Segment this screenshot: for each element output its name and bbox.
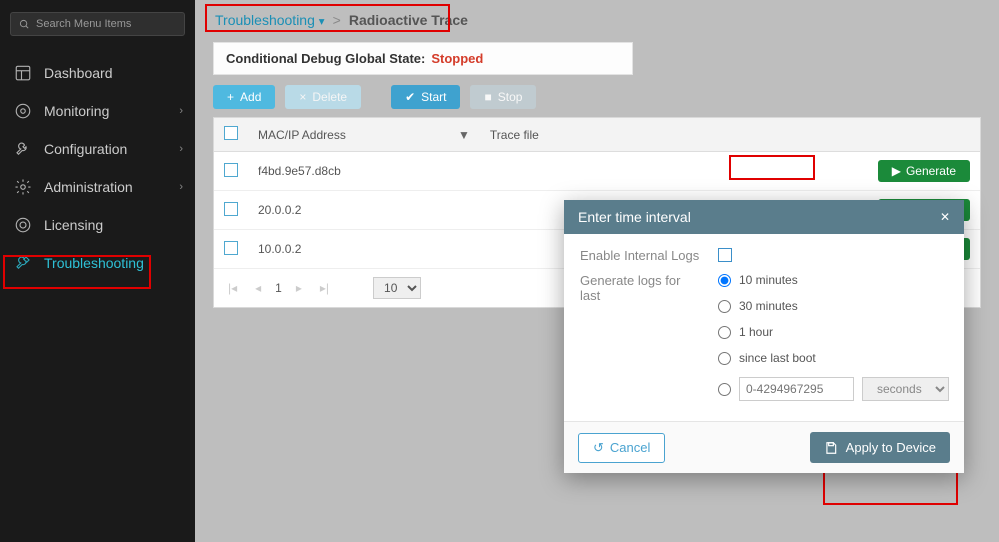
sidebar-item-configuration[interactable]: Configuration › [0,130,195,168]
sidebar-item-administration[interactable]: Administration › [0,168,195,206]
stop-icon: ■ [484,90,491,104]
breadcrumb-current: Radioactive Trace [349,12,468,28]
row-checkbox[interactable] [224,202,238,216]
pager-first[interactable]: |◂ [224,281,241,295]
enable-logs-checkbox[interactable] [718,248,732,262]
sidebar-item-label: Troubleshooting [44,255,144,271]
time-interval-modal: Enter time interval ✕ Enable Internal Lo… [564,200,964,473]
modal-title: Enter time interval [578,209,691,225]
sidebar: Search Menu Items Dashboard Monitoring ›… [0,0,195,542]
x-icon: × [299,90,306,104]
column-trace[interactable]: Trace file [480,118,980,152]
radio-label: 10 minutes [739,273,798,287]
cell-addr: 20.0.0.2 [248,191,448,230]
sidebar-item-label: Monitoring [44,103,109,119]
custom-seconds-input[interactable] [739,377,854,401]
chevron-right-icon: › [179,105,183,117]
start-button[interactable]: ✔ Start [391,85,460,109]
pager-current: 1 [275,281,282,295]
button-label: Delete [312,90,347,104]
enable-logs-label: Enable Internal Logs [580,248,700,263]
search-placeholder: Search Menu Items [36,18,131,30]
status-label: Conditional Debug Global State: [226,51,425,66]
sidebar-item-monitoring[interactable]: Monitoring › [0,92,195,130]
breadcrumb-root[interactable]: Troubleshooting ▾ [215,12,325,28]
stop-button[interactable]: ■ Stop [470,85,536,109]
button-label: Apply to Device [846,440,936,455]
button-label: Generate [906,164,956,178]
table-row[interactable]: f4bd.9e57.d8cb ▶ Generate [214,152,980,191]
cell-addr: 10.0.0.2 [248,230,448,269]
radio-lastboot[interactable] [718,352,731,365]
breadcrumb: Troubleshooting ▾ > Radioactive Trace [213,8,981,38]
chevron-right-icon: › [179,143,183,155]
dashboard-icon [14,64,32,82]
debug-status: Conditional Debug Global State: Stopped [213,42,633,75]
modal-header: Enter time interval ✕ [564,200,964,234]
radio-label: since last boot [739,351,816,365]
apply-button[interactable]: Apply to Device [810,432,950,463]
add-button[interactable]: + Add [213,85,275,109]
sidebar-item-label: Dashboard [44,65,113,81]
page-size-select[interactable]: 10 [373,277,421,299]
cancel-button[interactable]: ↺ Cancel [578,433,665,463]
column-mac[interactable]: MAC/IP Address [248,118,448,152]
sidebar-item-dashboard[interactable]: Dashboard [0,54,195,92]
search-input[interactable]: Search Menu Items [10,12,185,36]
sidebar-item-label: Configuration [44,141,127,157]
pager-next[interactable]: ▸ [292,281,306,295]
cell-addr: f4bd.9e57.d8cb [248,152,448,191]
generate-logs-label: Generate logs for last [580,273,700,303]
gear-icon [14,178,32,196]
pager-prev[interactable]: ◂ [251,281,265,295]
button-label: Start [421,90,446,104]
radio-10min[interactable] [718,274,731,287]
save-icon [824,441,838,455]
radio-1hour[interactable] [718,326,731,339]
sidebar-item-label: Administration [44,179,133,195]
sidebar-item-troubleshooting[interactable]: Troubleshooting [0,244,195,282]
toolbar: + Add × Delete ✔ Start ■ Stop [213,85,981,109]
row-checkbox[interactable] [224,241,238,255]
pager-last[interactable]: ▸| [316,281,333,295]
button-label: Add [240,90,261,104]
radio-label: 1 hour [739,325,773,339]
check-icon: ✔ [405,90,415,104]
play-icon: ▶ [892,164,901,178]
status-value: Stopped [431,51,483,66]
breadcrumb-separator: > [333,12,341,28]
undo-icon: ↺ [593,440,604,456]
radio-label: 30 minutes [739,299,798,313]
monitoring-icon [14,102,32,120]
filter-icon[interactable]: ▼ [458,128,470,142]
license-icon [14,216,32,234]
search-icon [19,19,30,30]
button-label: Stop [498,90,523,104]
delete-button[interactable]: × Delete [285,85,361,109]
time-unit-select[interactable]: seconds [862,377,949,401]
radio-30min[interactable] [718,300,731,313]
row-checkbox[interactable] [224,163,238,177]
time-radio-group: 10 minutes 30 minutes 1 hour since last … [718,273,949,401]
tools-icon [14,254,32,272]
button-label: Cancel [610,440,650,455]
wrench-icon [14,140,32,158]
plus-icon: + [227,90,234,104]
close-icon[interactable]: ✕ [940,210,950,224]
checkbox-all[interactable] [224,126,238,140]
chevron-right-icon: › [179,181,183,193]
sidebar-item-label: Licensing [44,217,103,233]
radio-custom[interactable] [718,383,731,396]
generate-button[interactable]: ▶ Generate [878,160,970,182]
sidebar-item-licensing[interactable]: Licensing [0,206,195,244]
